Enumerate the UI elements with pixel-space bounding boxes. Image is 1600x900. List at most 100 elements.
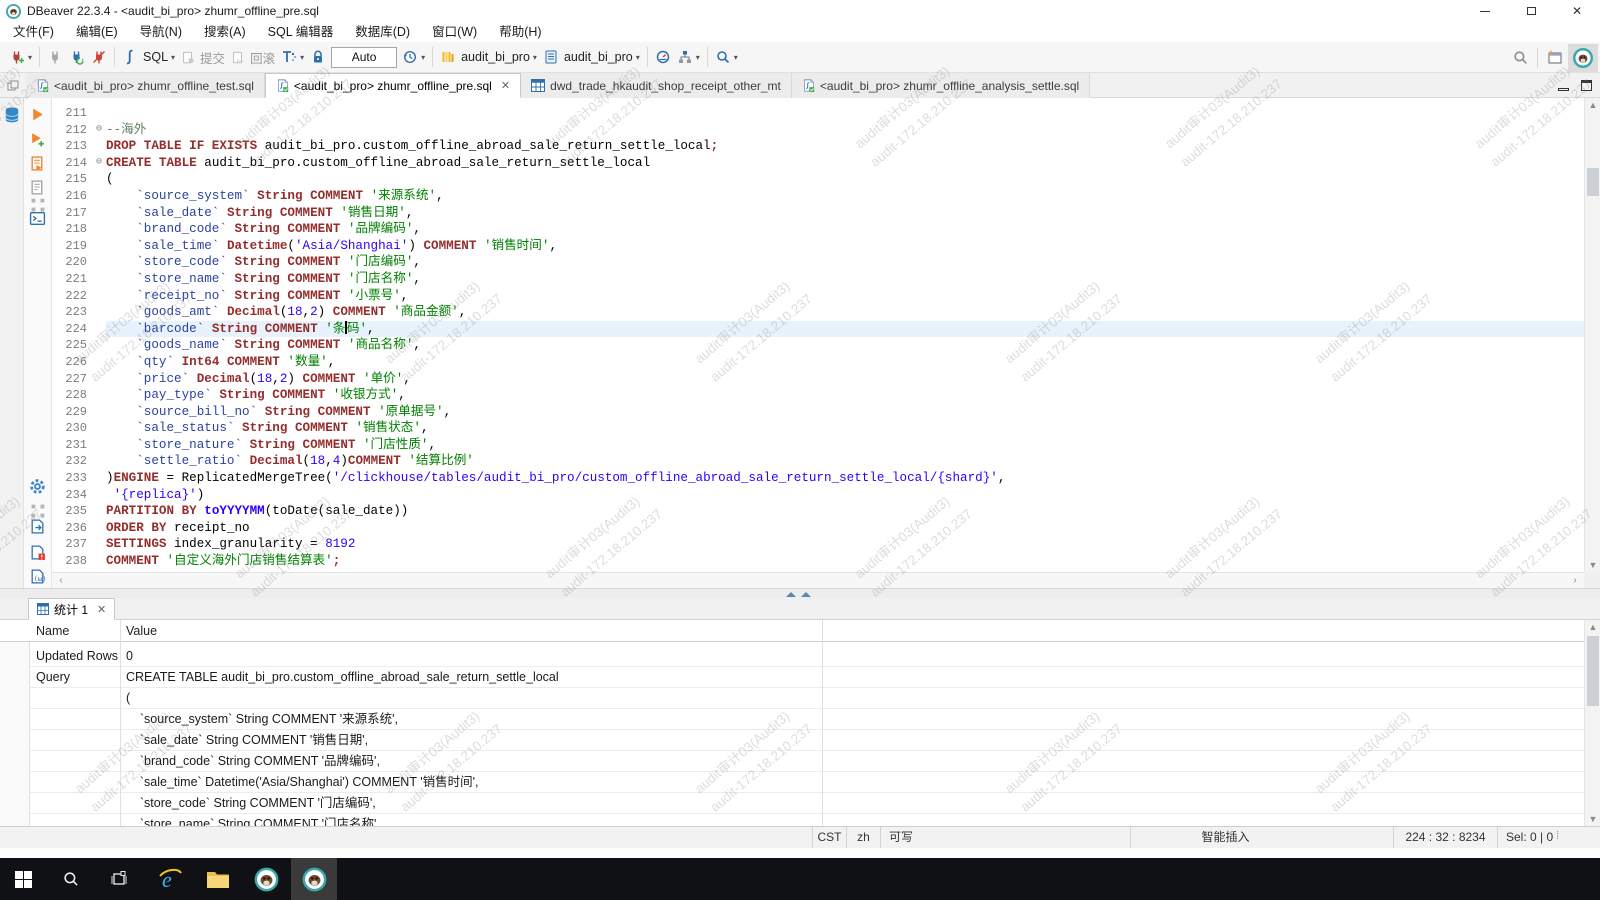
table-row[interactable]: `sale_date` String COMMENT '销售日期',	[30, 730, 1584, 751]
column-divider[interactable]	[120, 620, 121, 826]
sash-collapse-up-icon[interactable]	[801, 592, 811, 597]
file-explorer-button[interactable]	[195, 858, 241, 900]
row-name-cell[interactable]	[30, 814, 120, 826]
scroll-down-icon[interactable]: ▼	[1585, 558, 1600, 572]
transaction-mode-button[interactable]: ▾	[278, 45, 307, 70]
rollback-button[interactable]: 回滚	[228, 45, 278, 70]
scroll-left-icon[interactable]: ‹	[54, 573, 68, 589]
results-vertical-scrollbar[interactable]: ▲ ▼	[1584, 620, 1600, 826]
commit-mode-select[interactable]: Auto	[331, 47, 397, 68]
scroll-up-icon[interactable]: ▲	[1585, 98, 1600, 112]
code-line-226[interactable]: 226 `qty` Int64 COMMENT '数量',	[52, 354, 1584, 371]
table-row[interactable]: `source_system` String COMMENT '来源系统',	[30, 709, 1584, 730]
code-line-221[interactable]: 221 `store_name` String COMMENT '门店名称',	[52, 271, 1584, 288]
window-maximize-button[interactable]	[1508, 0, 1554, 22]
code-line-223[interactable]: 223 `goods_amt` Decimal(18,2) COMMENT '商…	[52, 304, 1584, 321]
maximize-view-icon[interactable]	[1581, 78, 1592, 96]
code-text[interactable]: --海外	[106, 122, 1584, 139]
minimize-view-icon[interactable]	[1558, 78, 1569, 96]
code-text[interactable]: ORDER BY receipt_no	[106, 520, 1584, 537]
code-text[interactable]: SETTINGS index_granularity = 8192	[106, 536, 1584, 553]
code-line-238[interactable]: 238COMMENT '自定义海外门店销售结算表';	[52, 553, 1584, 570]
table-row[interactable]: `brand_code` String COMMENT '品牌编码',	[30, 751, 1584, 772]
menu-item-3[interactable]: 搜索(A)	[193, 22, 257, 42]
row-value-cell[interactable]: CREATE TABLE audit_bi_pro.custom_offline…	[120, 667, 1584, 688]
code-line-213[interactable]: 213DROP TABLE IF EXISTS audit_bi_pro.cus…	[52, 138, 1584, 155]
row-value-cell[interactable]: (	[120, 688, 1584, 709]
tab-1[interactable]: <audit_bi_pro> zhumr_offline_pre.sql✕	[265, 73, 521, 98]
code-text[interactable]: `price` Decimal(18,2) COMMENT '单价',	[106, 371, 1584, 388]
row-value-cell[interactable]: `store_name` String COMMENT '门店名称',	[120, 814, 1584, 826]
row-name-cell[interactable]	[30, 730, 120, 751]
code-text[interactable]: (	[106, 171, 1584, 188]
code-line-217[interactable]: 217 `sale_date` String COMMENT '销售日期',	[52, 205, 1584, 222]
tab-2[interactable]: dwd_trade_hkaudit_shop_receipt_other_mt	[521, 73, 792, 98]
code-text[interactable]: )ENGINE = ReplicatedMergeTree('/clickhou…	[106, 470, 1584, 487]
row-name-cell[interactable]: Updated Rows	[30, 646, 120, 667]
editor-horizontal-scrollbar[interactable]: ‹ ›	[52, 572, 1584, 588]
code-line-220[interactable]: 220 `store_code` String COMMENT '门店编码',	[52, 254, 1584, 271]
code-line-218[interactable]: 218 `brand_code` String COMMENT '品牌编码',	[52, 221, 1584, 238]
code-line-236[interactable]: 236ORDER BY receipt_no	[52, 520, 1584, 537]
menu-item-0[interactable]: 文件(F)	[2, 22, 65, 42]
editor-vertical-scrollbar[interactable]: ▲ ▼	[1584, 98, 1600, 572]
code-text[interactable]: `goods_name` String COMMENT '商品名称',	[106, 337, 1584, 354]
sash-collapse-up-icon[interactable]	[786, 592, 796, 597]
code-text[interactable]: `sale_time` Datetime('Asia/Shanghai') CO…	[106, 238, 1584, 255]
menu-item-2[interactable]: 导航(N)	[129, 22, 193, 42]
tab-0[interactable]: <audit_bi_pro> zhumr_offline_test.sql	[26, 73, 265, 98]
dbeaver-active-taskbar-button[interactable]	[291, 858, 337, 900]
column-divider[interactable]	[822, 620, 823, 826]
sitemap-button[interactable]: ▾	[674, 45, 703, 70]
table-row[interactable]: (	[30, 688, 1584, 709]
table-row[interactable]: `sale_time` Datetime('Asia/Shanghai') CO…	[30, 772, 1584, 793]
row-value-cell[interactable]: `sale_date` String COMMENT '销售日期',	[120, 730, 1584, 751]
scroll-down-icon[interactable]: ▼	[1585, 812, 1600, 826]
row-value-cell[interactable]: `source_system` String COMMENT '来源系统',	[120, 709, 1584, 730]
connection-selector[interactable]: audit_bi_pro ▾	[437, 45, 540, 70]
file-braces-icon[interactable]: (ω)	[29, 568, 47, 586]
schema-selector[interactable]: audit_bi_pro ▾	[540, 45, 643, 70]
statistics-grid[interactable]: Name Value Updated Rows0QueryCREATE TABL…	[0, 620, 1584, 826]
row-value-cell[interactable]: `store_code` String COMMENT '门店编码',	[120, 793, 1584, 814]
status-insert-mode[interactable]: 智能插入	[1130, 827, 1320, 849]
disconnect-button[interactable]	[88, 45, 110, 70]
restore-panel-icon[interactable]	[0, 73, 26, 98]
code-text[interactable]: '{replica}')	[106, 487, 1584, 504]
code-text[interactable]: `source_bill_no` String COMMENT '原单据号',	[106, 404, 1584, 421]
new-connection-button[interactable]: ▾	[6, 45, 35, 70]
scroll-right-icon[interactable]: ›	[1568, 573, 1582, 589]
fold-marker-icon[interactable]: ⊖	[92, 155, 106, 172]
code-text[interactable]: `barcode` String COMMENT '条码',	[106, 321, 1584, 338]
code-line-214[interactable]: 214⊖CREATE TABLE audit_bi_pro.custom_off…	[52, 155, 1584, 172]
table-row[interactable]: Updated Rows0	[30, 646, 1584, 667]
lock-button[interactable]	[307, 45, 329, 70]
close-icon[interactable]: ✕	[501, 79, 510, 92]
code-line-229[interactable]: 229 `source_bill_no` String COMMENT '原单据…	[52, 404, 1584, 421]
row-value-cell[interactable]: 0	[120, 646, 1584, 667]
code-line-222[interactable]: 222 `receipt_no` String COMMENT '小票号',	[52, 288, 1584, 305]
execute-statement-icon[interactable]	[29, 106, 47, 124]
code-text[interactable]: `sale_status` String COMMENT '销售状态',	[106, 420, 1584, 437]
row-name-cell[interactable]	[30, 709, 120, 730]
perspective-icon[interactable]	[1546, 49, 1564, 67]
code-line-231[interactable]: 231 `store_nature` String COMMENT '门店性质'…	[52, 437, 1584, 454]
dbeaver-taskbar-button[interactable]	[243, 858, 289, 900]
scroll-up-icon[interactable]: ▲	[1585, 620, 1600, 634]
code-line-232[interactable]: 232 `settle_ratio` Decimal(18,4)COMMENT …	[52, 453, 1584, 470]
code-text[interactable]: `receipt_no` String COMMENT '小票号',	[106, 288, 1584, 305]
window-close-button[interactable]: ✕	[1554, 0, 1600, 22]
menu-item-1[interactable]: 编辑(E)	[65, 22, 129, 42]
code-text[interactable]: `store_code` String COMMENT '门店编码',	[106, 254, 1584, 271]
code-text[interactable]: CREATE TABLE audit_bi_pro.custom_offline…	[106, 155, 1584, 172]
code-text[interactable]: `store_name` String COMMENT '门店名称',	[106, 271, 1584, 288]
row-name-cell[interactable]	[30, 793, 120, 814]
window-minimize-button[interactable]	[1462, 0, 1508, 22]
code-line-230[interactable]: 230 `sale_status` String COMMENT '销售状态',	[52, 420, 1584, 437]
code-line-237[interactable]: 237SETTINGS index_granularity = 8192	[52, 536, 1584, 553]
database-navigator-icon[interactable]	[3, 106, 21, 124]
menu-item-4[interactable]: SQL 编辑器	[257, 22, 345, 42]
dbeaver-profile-button[interactable]	[1568, 44, 1598, 72]
code-line-233[interactable]: 233)ENGINE = ReplicatedMergeTree('/click…	[52, 470, 1584, 487]
fold-marker-icon[interactable]: ⊖	[92, 122, 106, 139]
